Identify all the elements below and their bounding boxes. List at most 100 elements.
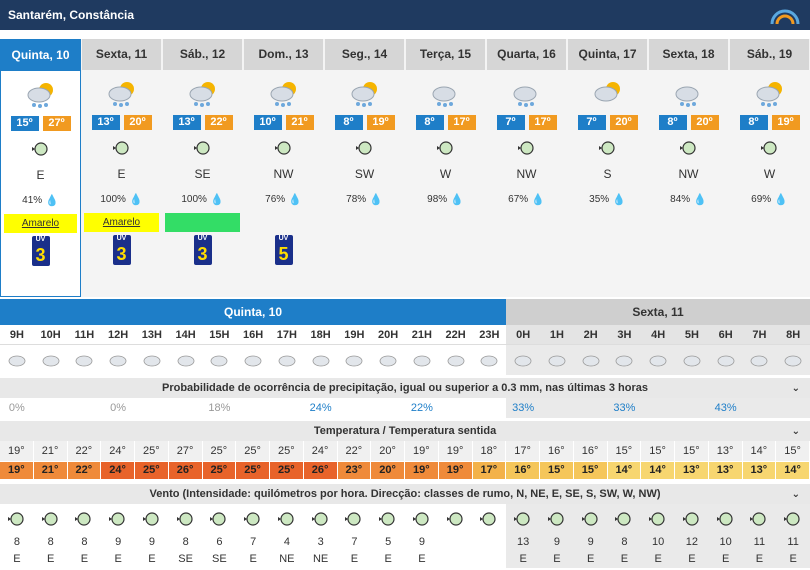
cloud-sun-rain-icon: [243, 70, 324, 115]
wind-direction-icon: [236, 504, 270, 534]
hourly-day-header[interactable]: Quinta, 10: [0, 299, 506, 325]
hour-label: 9H: [9, 329, 24, 341]
feels-like-cell: 14°: [641, 462, 674, 479]
chevron-down-icon[interactable]: ⌄: [792, 489, 800, 500]
cloud-sun-rain-icon: [81, 70, 162, 115]
wind-direction-icon: [162, 133, 243, 163]
temp-min: 8º: [415, 115, 444, 130]
cloud-sun-rain-icon: [162, 70, 243, 115]
day-label[interactable]: Quinta, 10: [1, 40, 80, 71]
wind-direction-icon: [405, 133, 486, 163]
wind-dir-cell: E: [46, 553, 55, 565]
wind-direction-icon: [776, 504, 810, 534]
location-title: Santarém, Constância: [8, 8, 135, 22]
temp-min: 8º: [334, 115, 363, 130]
temp-max: 19º: [366, 115, 395, 130]
hour-label: 19H: [344, 329, 365, 341]
wind-direction-icon: [708, 504, 743, 534]
hourly-weather-icon: [34, 345, 68, 375]
wind-dir-cell: E: [148, 553, 156, 565]
wind-direction-label: W: [439, 167, 452, 181]
wind-speed-cell: 8: [47, 536, 54, 548]
feels-like-cell: 14°: [607, 462, 641, 479]
day-column[interactable]: Quinta, 17 7º 20º S 35% 💧: [567, 39, 648, 297]
precipitation-section-header[interactable]: Probabilidade de ocorrência de precipita…: [0, 378, 810, 398]
day-label[interactable]: Sexta, 18: [649, 39, 728, 70]
wind-direction-label: SE: [194, 167, 211, 181]
hour-label: 14H: [175, 329, 196, 341]
temp-max: 17º: [447, 115, 476, 130]
raindrop-icon: 💧: [450, 193, 464, 206]
precipitation-probability: 69%: [751, 193, 772, 205]
wind-speed-cell: 9: [148, 536, 155, 548]
hourly-day-header[interactable]: Sexta, 11: [506, 299, 810, 325]
precip-prob-cell: [135, 398, 169, 418]
hour-label: 18H: [310, 329, 331, 341]
hour-label: 11H: [74, 329, 95, 341]
day-column[interactable]: Quarta, 16 7º 17º NW 67% 💧: [486, 39, 567, 297]
hour-label: 20H: [378, 329, 399, 341]
warning-badge[interactable]: Amarelo: [84, 213, 159, 232]
temp-min: 8º: [739, 115, 768, 130]
precip-prob-cell: [236, 398, 270, 418]
wind-direction-icon: [243, 133, 324, 163]
wind-speed-cell: 4: [283, 536, 290, 548]
wind-speed-cell: 13: [506, 534, 540, 551]
wind-direction-icon: [648, 133, 729, 163]
warning-badge[interactable]: Amarelo: [4, 214, 77, 233]
day-column[interactable]: Terça, 15 8º 17º W 98% 💧: [405, 39, 486, 297]
day-column[interactable]: Sáb., 19 8º 19º W 69% 💧: [729, 39, 810, 297]
wind-direction-icon: [473, 504, 507, 534]
hour-label: 4H: [641, 325, 675, 344]
wind-dir-cell: [439, 551, 473, 568]
hour-label: 1H: [540, 325, 574, 344]
uv-index-badge: UV 3: [112, 235, 131, 265]
day-label[interactable]: Quarta, 16: [487, 39, 566, 70]
chevron-down-icon[interactable]: ⌄: [792, 426, 800, 437]
wind-direction-icon: [0, 504, 34, 534]
precipitation-probability: 41%: [22, 194, 43, 206]
wind-dir-cell: E: [80, 553, 89, 565]
hourly-weather-icon: [270, 345, 304, 375]
hour-label: 3H: [607, 325, 642, 344]
chevron-down-icon[interactable]: ⌄: [792, 383, 800, 394]
wind-speed-cell: 8: [13, 536, 20, 548]
hourly-weather-icon: [169, 345, 203, 375]
wind-dir-cell: E: [13, 553, 21, 565]
day-column[interactable]: Sáb., 12 13º 22º SE 100% 💧 UV 3: [162, 39, 243, 297]
day-label[interactable]: Terça, 15: [406, 39, 485, 70]
wind-direction-icon: [405, 504, 439, 534]
day-label[interactable]: Sexta, 11: [82, 39, 161, 70]
precip-prob-cell: 0%: [8, 402, 25, 414]
temperature-cell: 16°: [540, 441, 573, 461]
precip-prob-cell: [270, 398, 304, 418]
wind-speed-cell: 9: [418, 536, 425, 548]
wind-dir-cell: E: [540, 551, 574, 568]
raindrop-icon: 💧: [531, 193, 545, 206]
day-label[interactable]: Sáb., 19: [730, 39, 809, 70]
wind-dir-cell: E: [776, 551, 810, 568]
hour-label: 22H: [445, 329, 466, 341]
day-label[interactable]: Seg., 14: [325, 39, 404, 70]
day-column[interactable]: Seg., 14 8º 19º SW 78% 💧: [324, 39, 405, 297]
raindrop-icon: 💧: [209, 193, 224, 206]
wind-dir-cell: E: [418, 553, 426, 565]
day-label[interactable]: Dom., 13: [244, 39, 323, 70]
day-column[interactable]: Sexta, 11 13º 20º E 100% 💧 Amarelo UV 3: [81, 39, 162, 297]
day-column[interactable]: Dom., 13 10º 21º NW 76% 💧 UV 5: [243, 39, 324, 297]
wind-section-header[interactable]: Vento (Intensidade: quilómetros por hora…: [0, 484, 810, 504]
day-label[interactable]: Sáb., 12: [163, 39, 242, 70]
day-label[interactable]: Quinta, 17: [568, 39, 647, 70]
temperature-cell: 17°: [506, 441, 539, 461]
temp-min: 13º: [91, 115, 120, 130]
temperature-section-header[interactable]: Temperatura / Temperatura sentida ⌄: [0, 421, 810, 441]
temperature-cell: 27°: [168, 441, 202, 461]
wind-speed-cell: 7: [351, 536, 358, 548]
day-column[interactable]: Quinta, 10 15º 27º E 41% 💧 Amarelo UV 3: [0, 39, 81, 297]
hourly-weather-icon: [506, 345, 540, 375]
wind-dir-cell: E: [350, 553, 359, 565]
day-column[interactable]: Sexta, 18 8º 20º NW 84% 💧: [648, 39, 729, 297]
wind-direction-icon: [338, 504, 372, 534]
temp-max: 21º: [285, 115, 314, 130]
hour-label: 7H: [742, 325, 777, 344]
